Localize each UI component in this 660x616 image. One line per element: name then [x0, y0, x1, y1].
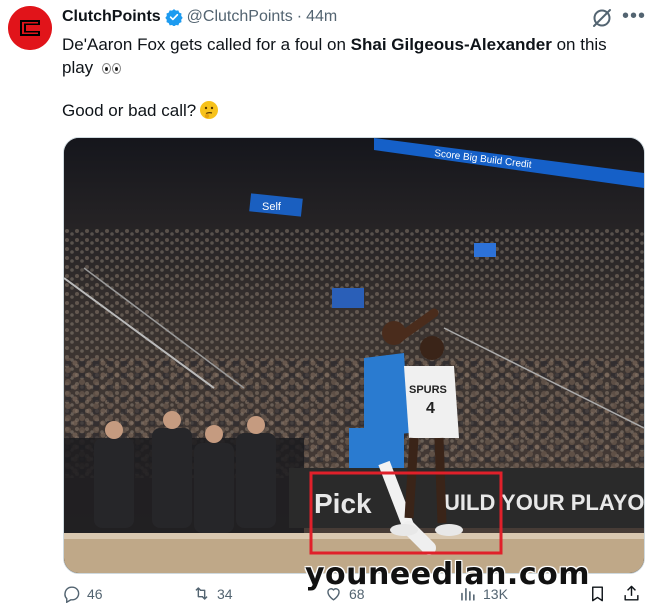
courtside-right-text: UILD YOUR PLAYOFFS STREAM: [444, 490, 644, 515]
repost-count: 34: [217, 585, 233, 602]
repost-icon: [195, 587, 208, 600]
tweet-question: Good or bad call?: [62, 99, 219, 122]
eyes-emoji-icon: [101, 57, 122, 80]
basketball-game-photo: Score Big Build Credit Self Pick UILD YO…: [64, 138, 644, 573]
tweet-text-bold-name: Shai Gilgeous-Alexander: [350, 35, 552, 54]
author-name[interactable]: ClutchPoints: [62, 8, 161, 26]
tweet-text: De'Aaron Fox gets called for a foul on S…: [62, 33, 642, 80]
tweet-text-line2: play: [62, 58, 94, 77]
tweet-text-part1: De'Aaron Fox gets called for a foul on: [62, 35, 351, 54]
separator-dot: ·: [296, 8, 303, 25]
repost-button[interactable]: 34: [192, 584, 233, 603]
timestamp[interactable]: 44m: [306, 8, 337, 26]
avatar[interactable]: [8, 6, 52, 50]
watermark-text: youneedlan.com: [305, 557, 590, 592]
share-button[interactable]: [622, 584, 647, 603]
courtside-left-text: Pick: [314, 488, 372, 519]
jersey-number: 4: [426, 400, 435, 417]
tweet-text-part2: on this: [551, 35, 607, 54]
author-handle[interactable]: @ClutchPoints: [187, 8, 293, 26]
bookmark-button[interactable]: [588, 584, 613, 603]
clutchpoints-logo-icon: [8, 6, 52, 50]
verified-badge-icon: [164, 9, 183, 26]
share-icon: [624, 585, 639, 601]
reply-button[interactable]: 46: [62, 584, 103, 603]
bookmark-icon: [592, 586, 603, 602]
more-icon[interactable]: •••: [622, 5, 646, 28]
tweet-header: ClutchPoints @ClutchPoints · 44m: [62, 8, 337, 26]
reply-count: 46: [87, 585, 103, 602]
sign-left: Self: [262, 201, 282, 213]
jersey-team: SPURS: [409, 384, 447, 396]
tweet-media-image[interactable]: Score Big Build Credit Self Pick UILD YO…: [63, 137, 645, 574]
thinking-face-emoji-icon: [200, 101, 219, 119]
question-text: Good or bad call?: [62, 101, 197, 120]
grok-icon[interactable]: [590, 6, 614, 30]
reply-icon: [64, 586, 80, 603]
